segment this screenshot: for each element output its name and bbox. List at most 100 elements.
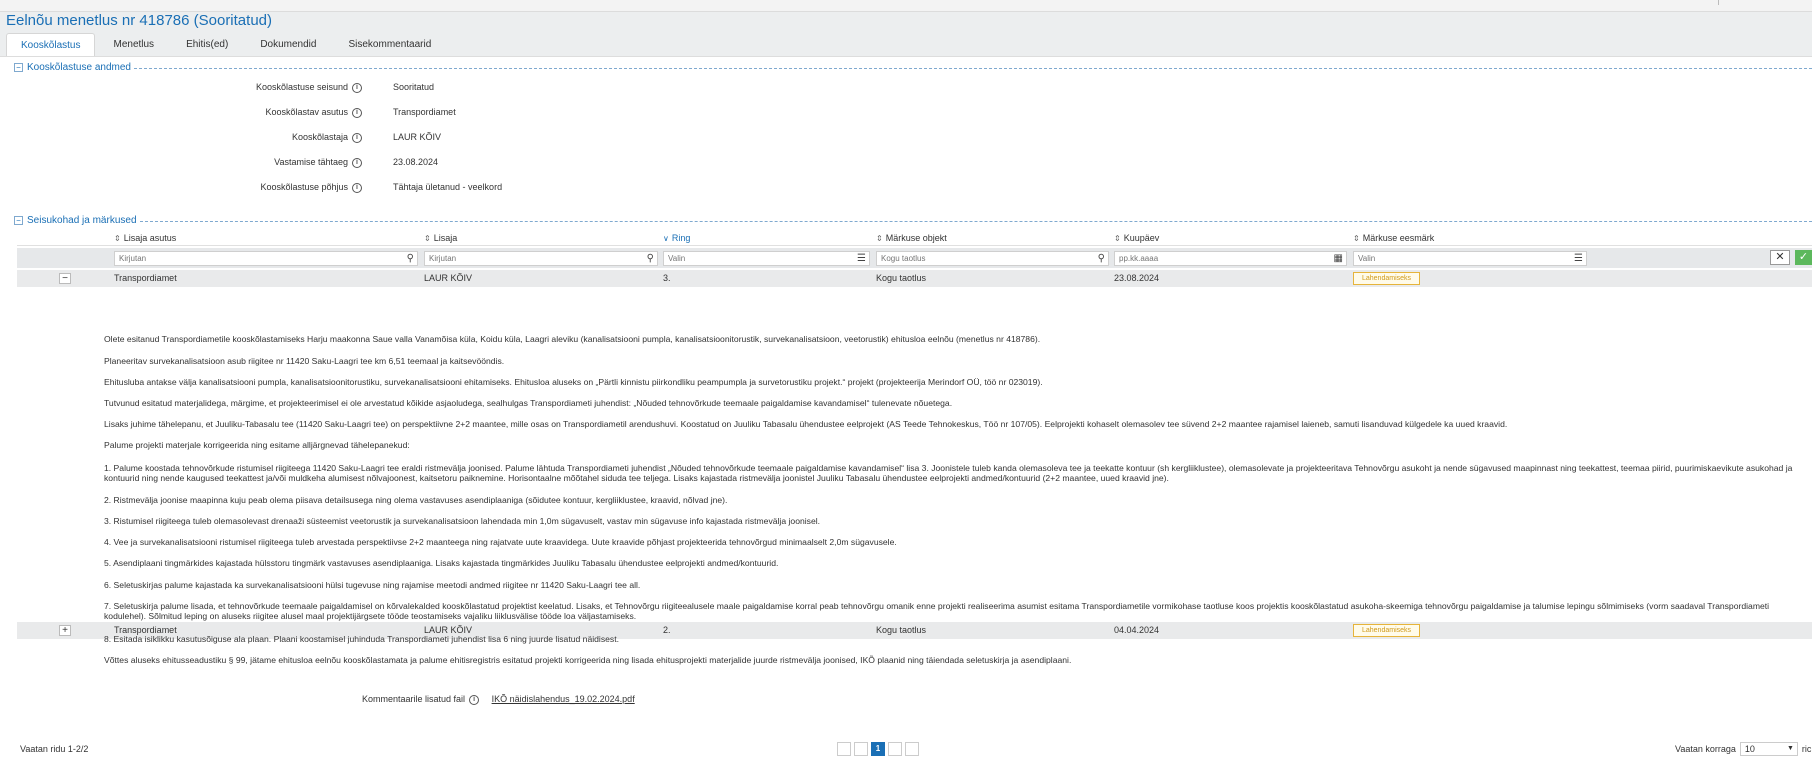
- filter-lisaja-asutus[interactable]: ⚲: [114, 251, 418, 266]
- sort-icon: ⇕: [1114, 234, 1121, 243]
- close-icon: ✕: [1775, 251, 1785, 263]
- section-header-kooskolastuse-andmed[interactable]: − Kooskõlastuse andmed: [14, 62, 1812, 73]
- comment-paragraph: Lisaks juhime tähelepanu, et Juuliku-Tab…: [104, 419, 1508, 429]
- field-row-tahtaeg: Vastamise tähtaeg i 23.08.2024: [0, 155, 700, 169]
- column-header-markuse-eesmark[interactable]: ⇕ Märkuse eesmärk: [1353, 232, 1434, 245]
- title-bar: Eelnõu menetlus nr 418786 (Sooritatud): [0, 12, 1812, 29]
- next-page-button[interactable]: [888, 742, 902, 756]
- comment-paragraph: 6. Seletuskirjas palume kajastada ka sur…: [104, 580, 641, 590]
- filter-input[interactable]: [877, 252, 1108, 265]
- status-badge: Lahendamiseks: [1353, 272, 1420, 285]
- last-page-button[interactable]: [905, 742, 919, 756]
- filter-input[interactable]: [1354, 252, 1586, 265]
- column-header-markuse-objekt[interactable]: ⇕ Märkuse objekt: [876, 232, 947, 245]
- filter-input[interactable]: [1115, 252, 1346, 265]
- page-size-tail: ric: [1801, 744, 1812, 754]
- list-icon[interactable]: ☰: [1574, 252, 1583, 265]
- section-header-seisukohad[interactable]: − Seisukohad ja märkused: [14, 215, 1812, 226]
- column-header-lisaja-asutus[interactable]: ⇕ Lisaja asutus: [114, 232, 176, 245]
- section-line: [133, 67, 1812, 69]
- expand-row-icon[interactable]: +: [59, 625, 71, 636]
- column-header-ring[interactable]: ∨ Ring: [663, 232, 690, 245]
- clear-filters-button[interactable]: ✕: [1770, 250, 1790, 265]
- attachment-link[interactable]: IKÕ näidislahendus_19.02.2024.pdf: [492, 694, 635, 704]
- cell-kuupaev: 23.08.2024: [1114, 273, 1160, 283]
- collapse-icon[interactable]: −: [14, 216, 23, 225]
- page-size-control: Vaatan korraga 10 ▼ ric: [1675, 742, 1811, 756]
- field-label: Vastamise tähtaeg i: [274, 155, 362, 169]
- table-row[interactable]: − Transpordiamet LAUR KÕIV 3. Kogu taotl…: [17, 270, 1812, 287]
- field-value: Sooritatud: [393, 82, 435, 92]
- filter-ring[interactable]: ☰: [663, 251, 870, 266]
- field-label: Kooskõlastav asutus i: [265, 105, 362, 119]
- search-icon[interactable]: ⚲: [647, 252, 654, 265]
- page-size-label: Vaatan korraga: [1675, 744, 1736, 754]
- comment-paragraph: 5. Asendiplaani tingmärkides kajastada h…: [104, 558, 779, 568]
- cell-lisaja-asutus: Transpordiamet: [114, 273, 177, 283]
- section-title: Seisukohad ja märkused: [27, 215, 137, 226]
- cell-ring: 2.: [663, 625, 671, 635]
- tab-sisekommentaarid[interactable]: Sisekommentaarid: [334, 33, 445, 56]
- prev-page-button[interactable]: [854, 742, 868, 756]
- status-badge: Lahendamiseks: [1353, 624, 1420, 637]
- info-icon[interactable]: i: [469, 694, 480, 705]
- info-icon[interactable]: i: [352, 82, 362, 93]
- comment-paragraph: Olete esitanud Transpordiametile kooskõl…: [104, 334, 1041, 344]
- field-label: Kooskõlastuse põhjus i: [260, 180, 362, 194]
- field-row-pohjus: Kooskõlastuse põhjus i Tähtaja ületanud -…: [0, 180, 700, 194]
- cell-markuse-objekt: Kogu taotlus: [876, 273, 927, 283]
- top-strip: [0, 0, 1812, 12]
- comment-paragraph: 3. Ristumisel riigiteega tuleb olemasole…: [104, 516, 821, 526]
- comment-paragraph: Palume projekti materjale korrigeerida n…: [104, 440, 410, 450]
- field-row-kooskolastaja: Kooskõlastaja i LAUR KÕIV: [0, 130, 700, 144]
- sort-icon: ⇕: [1353, 234, 1360, 243]
- page-button-current[interactable]: 1: [871, 742, 885, 756]
- tab-menetlus[interactable]: Menetlus: [99, 33, 168, 56]
- cell-markuse-objekt: Kogu taotlus: [876, 625, 927, 635]
- filter-input[interactable]: [664, 252, 869, 265]
- section-title: Kooskõlastuse andmed: [27, 62, 131, 73]
- grid-header: ⇕ Lisaja asutus ⇕ Lisaja ∨ Ring ⇕ Märkuse ob…: [17, 232, 1812, 246]
- field-value: Tähtaja ületanud - veelkord: [393, 182, 503, 192]
- apply-filters-button[interactable]: ✓: [1795, 250, 1812, 265]
- comment-paragraph: 8. Esitada isiklikku kasutusõiguse ala p…: [104, 634, 619, 644]
- tab-dokumendid[interactable]: Dokumendid: [246, 33, 330, 56]
- calendar-icon[interactable]: ▦: [1334, 252, 1343, 265]
- separator: [1718, 0, 1719, 5]
- first-page-button[interactable]: [837, 742, 851, 756]
- filter-row: ⚲ ⚲ ☰ ⚲ ▦ ☰ ✕ ✓: [17, 248, 1812, 268]
- page-size-select[interactable]: 10 ▼: [1739, 742, 1798, 756]
- page-title: Eelnõu menetlus nr 418786 (Sooritatud): [6, 12, 273, 29]
- attachment-row: Kommentaarile lisatud fail i IKÕ näidisla…: [362, 694, 635, 705]
- field-row-seisund: Kooskõlastuse seisund i Sooritatud: [0, 80, 700, 94]
- search-icon[interactable]: ⚲: [407, 252, 414, 265]
- field-row-asutus: Kooskõlastav asutus i Transpordiamet: [0, 105, 700, 119]
- comment-paragraph: 7. Seletuskirja palume lisada, et tehnov…: [104, 601, 1770, 621]
- filter-input[interactable]: [425, 252, 657, 265]
- comment-paragraph: Planeeritav survekanalisatsioon asub rii…: [104, 356, 505, 366]
- info-icon[interactable]: i: [352, 157, 362, 168]
- filter-kuupaev[interactable]: ▦: [1114, 251, 1347, 266]
- filter-lisaja[interactable]: ⚲: [424, 251, 658, 266]
- tab-kooskolastus[interactable]: Kooskõlastus: [6, 33, 96, 56]
- info-icon[interactable]: i: [352, 182, 362, 193]
- row-count: Vaatan ridu 1-2/2: [20, 744, 89, 754]
- chevron-down-icon: ∨: [663, 234, 669, 243]
- sort-icon: ⇕: [424, 234, 431, 243]
- collapse-icon[interactable]: −: [14, 63, 23, 72]
- cell-lisaja: LAUR KÕIV: [424, 273, 473, 283]
- info-icon[interactable]: i: [352, 132, 362, 143]
- comment-paragraph: Ehitusluba antakse välja kanalisatsiooni…: [104, 377, 1043, 387]
- info-icon[interactable]: i: [352, 107, 362, 118]
- pagination: 1: [837, 742, 919, 756]
- list-icon[interactable]: ☰: [857, 252, 866, 265]
- column-header-lisaja[interactable]: ⇕ Lisaja: [424, 232, 457, 245]
- comment-paragraph: 1. Palume koostada tehnovõrkude ristumis…: [104, 463, 1793, 483]
- filter-markuse-objekt[interactable]: ⚲: [876, 251, 1109, 266]
- collapse-row-icon[interactable]: −: [59, 273, 71, 284]
- filter-markuse-eesmark[interactable]: ☰: [1353, 251, 1587, 266]
- search-icon[interactable]: ⚲: [1098, 252, 1105, 265]
- tab-ehitised[interactable]: Ehitis(ed): [172, 33, 242, 56]
- column-header-kuupaev[interactable]: ⇕ Kuupäev: [1114, 232, 1159, 245]
- filter-input[interactable]: [115, 252, 417, 265]
